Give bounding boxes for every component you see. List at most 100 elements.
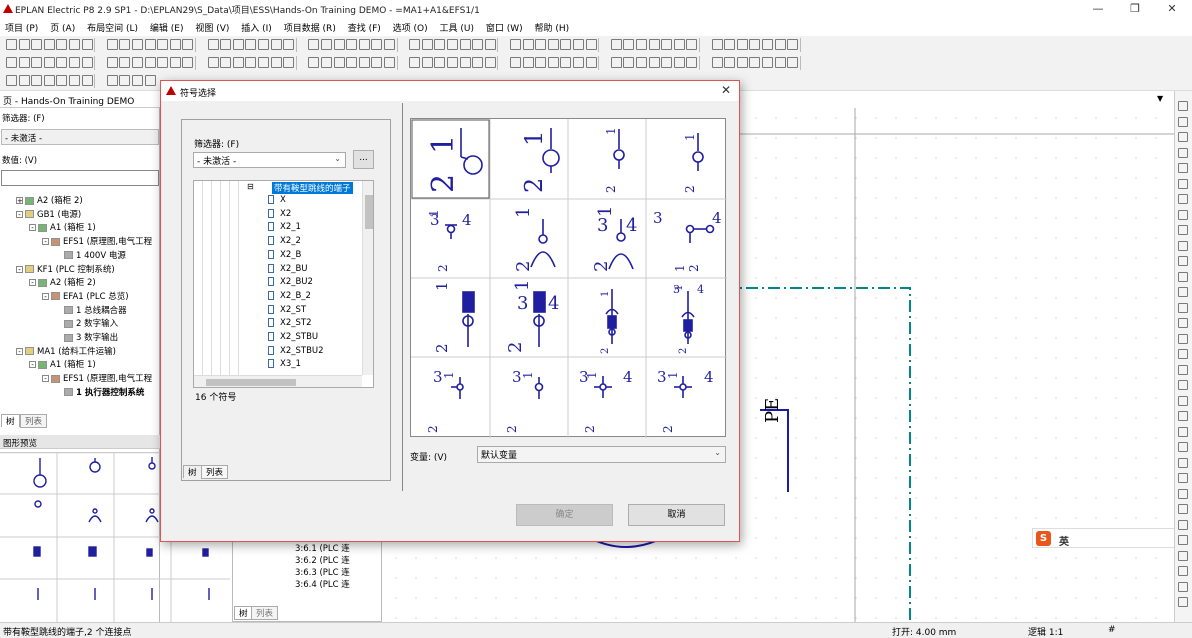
tree-vertical-scrollbar[interactable]: [362, 181, 373, 375]
toolbar-icon[interactable]: [119, 39, 131, 50]
toolbar-icon[interactable]: [81, 75, 93, 86]
drawing-tool-icon[interactable]: [1178, 581, 1188, 592]
toolbar-icon[interactable]: [686, 57, 698, 68]
toolbar-icon[interactable]: [182, 57, 194, 68]
terminal-list-item[interactable]: X2_STBU2: [268, 345, 324, 356]
toolbar-icon[interactable]: [144, 57, 156, 68]
menu-find[interactable]: 查找 (F): [348, 21, 381, 34]
drawing-tool-icon[interactable]: [1178, 488, 1188, 499]
page-filter-combo[interactable]: - 未激活 -: [1, 129, 159, 145]
toolbar-icon[interactable]: [119, 75, 131, 86]
toolbar-icon[interactable]: [31, 39, 43, 50]
list-item[interactable]: 3:6.2 (PLC 连: [295, 554, 350, 566]
toolbar-icon[interactable]: [220, 39, 232, 50]
toolbar-icon[interactable]: [610, 57, 622, 68]
toolbar-icon[interactable]: [69, 39, 80, 50]
tree-item[interactable]: - MA1 (给料工件运输): [16, 345, 116, 357]
toolbar-icon[interactable]: [434, 39, 446, 50]
drawing-tool-icon[interactable]: [1178, 163, 1188, 173]
dialog-close-icon[interactable]: ✕: [721, 83, 731, 97]
toolbar-icon[interactable]: [661, 57, 673, 68]
tree-item[interactable]: 1 总线耦合器: [55, 304, 127, 316]
tree-horizontal-scrollbar[interactable]: [194, 375, 362, 387]
toolbar-icon[interactable]: [283, 39, 295, 50]
menu-help[interactable]: 帮助 (H): [535, 21, 570, 34]
drawing-tool-icon[interactable]: [1178, 597, 1188, 607]
menu-window[interactable]: 窗口 (W): [486, 21, 523, 34]
toolbar-icon[interactable]: [724, 39, 736, 50]
toolbar-icon[interactable]: [6, 39, 17, 50]
expand-icon[interactable]: +: [16, 197, 23, 205]
drawing-tool-icon[interactable]: [1178, 209, 1188, 220]
collapse-icon[interactable]: -: [29, 224, 36, 232]
toolbar-icon[interactable]: [245, 57, 257, 68]
drawing-tool-icon[interactable]: [1178, 302, 1188, 313]
toolbar-icon[interactable]: [119, 57, 131, 68]
tree-item[interactable]: - EFA1 (PLC 总览): [42, 290, 129, 302]
ime-lang-label[interactable]: 英: [1059, 533, 1069, 548]
toolbar-icon[interactable]: [169, 39, 181, 50]
minimize-button[interactable]: —: [1081, 2, 1115, 17]
collapse-icon[interactable]: -: [16, 265, 23, 273]
toolbar-icon[interactable]: [724, 57, 736, 68]
variant-combo[interactable]: 默认变量 ⌄: [477, 446, 726, 463]
toolbar-icon[interactable]: [358, 39, 370, 50]
toolbar-icon[interactable]: [56, 39, 68, 50]
toolbar-icon[interactable]: [144, 39, 156, 50]
tree-item[interactable]: 1 400V 电源: [55, 249, 126, 261]
maximize-button[interactable]: ❐: [1118, 2, 1152, 17]
toolbar-icon[interactable]: [762, 39, 773, 50]
terminal-list-item[interactable]: X2_1: [268, 222, 301, 232]
dialog-tab-tree[interactable]: 树: [183, 465, 202, 478]
toolbar-icon[interactable]: [43, 39, 55, 50]
toolbar-icon[interactable]: [585, 39, 597, 50]
collapse-icon[interactable]: -: [16, 347, 23, 355]
list-item[interactable]: 3:6.3 (PLC 连: [295, 566, 350, 578]
terminal-list-item[interactable]: X: [268, 195, 286, 205]
toolbar-icon[interactable]: [358, 57, 370, 68]
collapse-icon[interactable]: -: [42, 238, 49, 246]
toolbar-icon[interactable]: [69, 75, 80, 86]
drawing-tool-icon[interactable]: [1178, 178, 1188, 189]
collapse-icon[interactable]: -: [42, 375, 49, 383]
toolbar-icon[interactable]: [447, 57, 458, 68]
toolbar-icon[interactable]: [371, 39, 383, 50]
menu-page[interactable]: 页 (A): [50, 21, 75, 34]
drawing-tool-icon[interactable]: [1178, 240, 1188, 251]
toolbar-icon[interactable]: [736, 39, 748, 50]
toolbar-icon[interactable]: [711, 57, 723, 68]
drawing-tool-icon[interactable]: [1178, 116, 1188, 127]
toolbar-icon[interactable]: [585, 57, 597, 68]
list-tab-list[interactable]: 列表: [251, 606, 279, 620]
tree-item[interactable]: 2 数字输入: [55, 317, 118, 329]
toolbar-icon[interactable]: [132, 39, 143, 50]
toolbar-icon[interactable]: [636, 57, 647, 68]
drawing-tool-icon[interactable]: [1178, 194, 1188, 204]
toolbar-icon[interactable]: [472, 39, 484, 50]
terminal-list-item[interactable]: X2_2: [268, 236, 301, 246]
toolbar-icon[interactable]: [283, 57, 295, 68]
drawing-tool-icon[interactable]: [1178, 535, 1188, 545]
sogou-icon[interactable]: S: [1036, 531, 1051, 546]
toolbar-icon[interactable]: [157, 57, 169, 68]
toolbar-icon[interactable]: [157, 39, 169, 50]
toolbar-icon[interactable]: [43, 57, 55, 68]
tree-item[interactable]: 3 数字输出: [55, 331, 118, 343]
drawing-tool-icon[interactable]: [1178, 473, 1188, 483]
toolbar-icon[interactable]: [18, 57, 30, 68]
toolbar-icon[interactable]: [384, 57, 395, 68]
menu-options[interactable]: 选项 (O): [393, 21, 428, 34]
toolbar-icon[interactable]: [106, 75, 118, 86]
toolbar-icon[interactable]: [510, 57, 521, 68]
toolbar-icon[interactable]: [270, 39, 282, 50]
toolbar-icon[interactable]: [762, 57, 773, 68]
drawing-tool-icon[interactable]: [1178, 566, 1188, 576]
drawing-tool-icon[interactable]: [1178, 349, 1188, 359]
toolbar-icon[interactable]: [573, 39, 584, 50]
tree-item[interactable]: + A2 (箱柜 2): [16, 194, 83, 206]
toolbar-icon[interactable]: [686, 39, 698, 50]
toolbar-icon[interactable]: [648, 57, 660, 68]
dialog-filter-combo[interactable]: - 未激活 - ⌄: [193, 152, 346, 168]
toolbar-icon[interactable]: [371, 57, 383, 68]
page-tab-tree[interactable]: 树: [1, 414, 20, 427]
